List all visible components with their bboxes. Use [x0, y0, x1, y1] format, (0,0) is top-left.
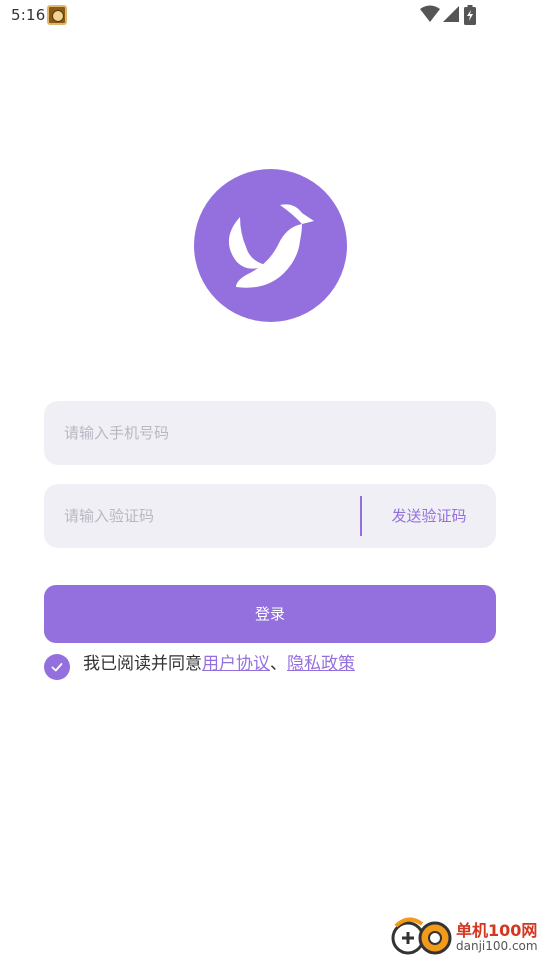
status-bar: 5:16 [0, 0, 540, 32]
verification-code-field: 发送验证码 [44, 484, 496, 548]
watermark-name: 单机100网 [456, 921, 538, 940]
app-logo [194, 169, 347, 322]
wifi-icon [420, 5, 440, 22]
agreement-checkbox[interactable] [44, 654, 70, 680]
verification-code-input[interactable] [64, 484, 344, 548]
phone-field [44, 401, 496, 465]
privacy-policy-link[interactable]: 隐私政策 [287, 654, 355, 674]
bird-logo-icon [228, 204, 314, 288]
send-code-button[interactable]: 发送验证码 [362, 484, 496, 548]
login-button[interactable]: 登录 [44, 585, 496, 643]
agreement-row: 我已阅读并同意用户协议、隐私政策 [44, 652, 484, 680]
agreement-separator: 、 [270, 654, 287, 674]
user-agreement-link[interactable]: 用户协议 [202, 654, 270, 674]
cellular-signal-icon [443, 6, 459, 22]
app-notification-icon [47, 5, 67, 25]
watermark-logo-icon [391, 917, 452, 955]
battery-charging-icon [464, 5, 476, 25]
status-time: 5:16 [11, 6, 46, 24]
agreement-prefix: 我已阅读并同意 [83, 654, 202, 674]
agreement-text: 我已阅读并同意用户协议、隐私政策 [83, 652, 355, 676]
watermark: 单机100网 danji100.com [388, 914, 540, 960]
watermark-url: danji100.com [456, 939, 538, 953]
phone-input[interactable] [64, 401, 474, 465]
checkmark-icon [51, 663, 63, 672]
